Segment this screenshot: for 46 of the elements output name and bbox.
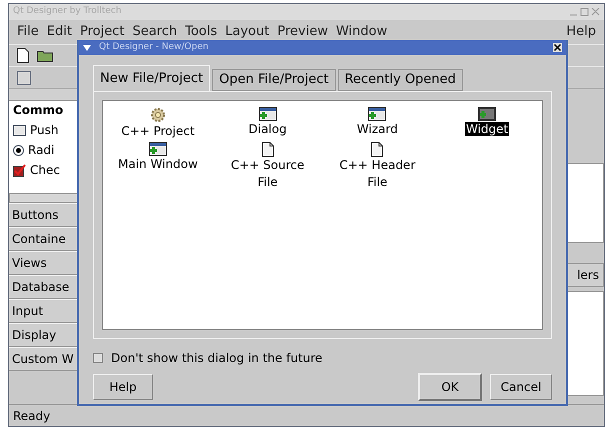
document-icon [371,142,384,157]
document-icon [262,142,274,157]
checkbox[interactable] [93,353,103,363]
menu-item[interactable]: Layout [221,22,274,42]
push-button-icon [13,124,26,136]
menu-item[interactable]: Preview [273,22,332,42]
ok-button[interactable]: OK [418,373,482,401]
menu-item[interactable]: Help [562,22,600,42]
toolbox-entry[interactable]: Chec [13,161,78,179]
new-file-icon[interactable] [17,48,29,63]
close-icon[interactable] [553,43,562,52]
dialog-menu-icon[interactable] [83,44,91,50]
tab[interactable]: Recently Opened [338,69,463,91]
tab[interactable]: New File/Project [93,65,210,91]
checkbox-label: Don't show this dialog in the future [111,350,322,367]
menu-item[interactable]: File [13,22,43,42]
toolbox-entry[interactable]: Radi [13,141,78,159]
status-text: Ready [13,408,50,424]
toolbar-icon[interactable] [17,70,31,84]
tab[interactable]: Open File/Project [212,69,336,91]
file-type-item[interactable]: C++ Source File [212,142,322,191]
window-controls-icon[interactable] [570,8,600,16]
group-header: Commo [13,102,64,119]
widget-icon [478,107,496,121]
file-type-item[interactable]: Wizard [322,107,432,140]
window-plus-icon [368,107,386,121]
menu-item[interactable]: Tools [181,22,222,42]
menu-item[interactable]: Window [332,22,392,42]
file-type-item[interactable]: Dialog [212,107,322,140]
dialog-title: Qt Designer - New/Open [99,40,210,54]
toolbox-entry[interactable]: Push [13,121,78,139]
file-type-item[interactable]: C++ Header File [322,142,432,191]
menu-item[interactable]: Search [128,22,182,42]
checkbox-icon [13,164,26,176]
help-button[interactable]: Help [93,374,153,400]
menu-item[interactable]: Project [76,22,128,42]
file-type-item[interactable]: Main Window [103,142,213,191]
file-type-item[interactable]: Widget [432,107,542,140]
file-type-item[interactable]: C++ Project [103,107,213,140]
gear-icon [150,107,166,123]
window-plus-icon [258,107,277,121]
cancel-button[interactable]: Cancel [490,374,552,400]
menu-item[interactable]: Edit [42,22,76,42]
folder-icon[interactable] [37,49,53,62]
radio-icon [13,144,24,156]
window-plus-icon [148,142,167,156]
